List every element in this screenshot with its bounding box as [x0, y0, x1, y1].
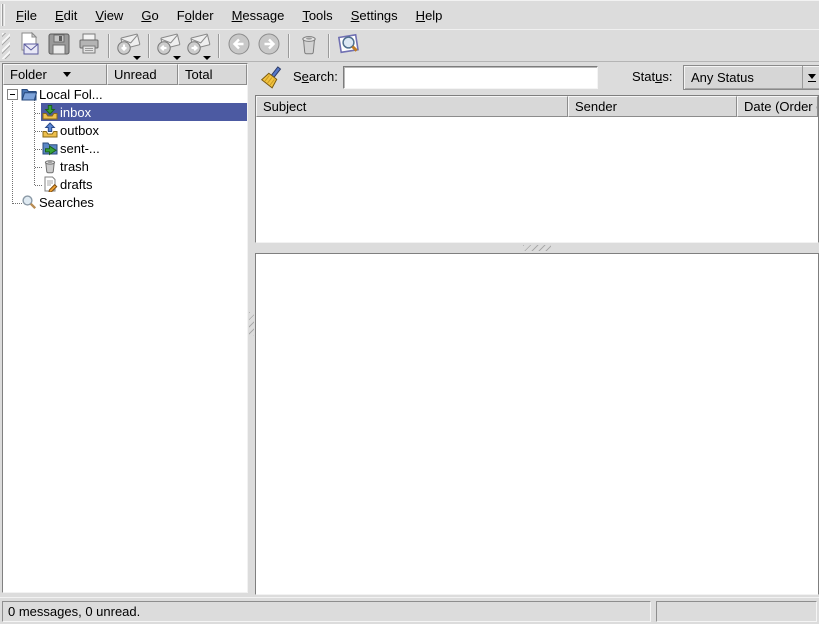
right-panel: Search: Status: Any Status Subject Sende…	[255, 62, 819, 595]
toolbar-separator	[288, 34, 290, 58]
search-input[interactable]	[343, 66, 598, 89]
previous-message-button[interactable]	[225, 32, 253, 60]
status-label: Status:	[632, 62, 672, 92]
chevron-down-icon	[808, 74, 816, 79]
clear-search-button[interactable]	[259, 65, 285, 91]
forward-button[interactable]	[185, 32, 213, 60]
toolbar-separator	[148, 34, 150, 58]
menu-message[interactable]: Message	[223, 2, 294, 29]
menu-settings[interactable]: Settings	[342, 2, 407, 29]
toolbar-separator	[108, 34, 110, 58]
menu-go[interactable]: Go	[132, 2, 167, 29]
menu-folder[interactable]: Folder	[168, 2, 223, 29]
toolbar-separator	[218, 34, 220, 58]
reply-button[interactable]	[155, 32, 183, 60]
folder-row-local-folders[interactable]: Local Fol...	[3, 85, 247, 103]
folder-label: outbox	[60, 123, 99, 138]
reply-dropdown-arrow[interactable]	[173, 56, 181, 60]
message-count-status: 0 messages, 0 unread.	[2, 601, 651, 622]
folder-row-outbox[interactable]: outbox	[3, 121, 247, 139]
total-column-header[interactable]: Total	[178, 64, 247, 85]
folder-row-drafts[interactable]: drafts	[3, 175, 247, 193]
search-label: Search:	[293, 62, 338, 92]
search-icon	[21, 194, 37, 210]
folder-row-trash[interactable]: trash	[3, 157, 247, 175]
check-mail-dropdown-arrow[interactable]	[133, 56, 141, 60]
selected-folder-highlight: inbox	[41, 103, 247, 121]
trash-icon	[42, 158, 58, 174]
new-message-button[interactable]	[15, 32, 43, 60]
splitter-grip	[523, 245, 551, 251]
main-area: Folder Unread Total	[0, 62, 819, 595]
menubar: File Edit View Go Folder Message Tools S…	[0, 0, 819, 29]
status-combobox[interactable]: Any Status	[683, 65, 819, 90]
inbox-icon	[42, 104, 58, 120]
trash-button[interactable]	[295, 32, 323, 60]
menu-tools[interactable]: Tools	[293, 2, 341, 29]
folder-label: sent-...	[60, 141, 100, 156]
check-mail-button[interactable]	[115, 32, 143, 60]
combobox-arrow-button[interactable]	[802, 66, 819, 89]
menu-file[interactable]: File	[7, 2, 46, 29]
date-column-header[interactable]: Date (Order of Arrival)	[737, 96, 818, 117]
status-bar-right-panel	[656, 601, 817, 622]
toolbar-separator	[328, 34, 330, 58]
next-arrow-icon	[256, 31, 282, 60]
message-list-body[interactable]	[256, 117, 818, 241]
find-messages-icon	[336, 31, 362, 60]
message-list-header: Subject Sender Date (Order of Arrival)	[256, 96, 818, 117]
forward-dropdown-arrow[interactable]	[203, 56, 211, 60]
print-button[interactable]	[75, 32, 103, 60]
splitter-grip	[249, 312, 254, 336]
folder-label: drafts	[60, 177, 93, 192]
sender-column-header[interactable]: Sender	[568, 96, 737, 117]
folder-row-inbox[interactable]: inbox	[3, 103, 247, 121]
folder-list-header: Folder Unread Total	[3, 64, 247, 85]
toolbar-grip[interactable]	[2, 33, 10, 59]
folder-row-sent[interactable]: sent-...	[3, 139, 247, 157]
sort-descending-icon	[63, 72, 71, 77]
vertical-splitter[interactable]	[248, 62, 255, 595]
save-icon	[46, 31, 72, 60]
menu-edit[interactable]: Edit	[46, 2, 86, 29]
search-bar: Search: Status: Any Status	[255, 62, 819, 94]
find-messages-button[interactable]	[335, 32, 363, 60]
next-message-button[interactable]	[255, 32, 283, 60]
toolbar	[0, 29, 819, 62]
previous-arrow-icon	[226, 31, 252, 60]
folder-panel: Folder Unread Total	[2, 63, 248, 593]
status-combobox-value: Any Status	[684, 70, 802, 85]
folder-column-header[interactable]: Folder	[3, 64, 107, 85]
folder-label: Searches	[39, 195, 94, 210]
new-message-icon	[16, 31, 42, 60]
folder-label: trash	[60, 159, 89, 174]
menubar-grip[interactable]	[1, 4, 5, 26]
drafts-icon	[42, 176, 58, 192]
outbox-icon	[42, 122, 58, 138]
print-icon	[76, 31, 102, 60]
save-button[interactable]	[45, 32, 73, 60]
subject-column-header[interactable]: Subject	[256, 96, 568, 117]
folder-label: inbox	[60, 105, 91, 120]
message-preview-pane	[255, 253, 819, 595]
folder-label: Local Fol...	[39, 87, 103, 102]
menu-help[interactable]: Help	[407, 2, 452, 29]
message-list: Subject Sender Date (Order of Arrival)	[255, 95, 819, 243]
folder-tree: Local Fol... inbox o	[3, 85, 247, 592]
clear-search-broom-icon	[260, 65, 284, 92]
status-bar: 0 messages, 0 unread.	[0, 597, 819, 624]
open-folder-icon	[21, 86, 37, 102]
folder-row-searches[interactable]: Searches	[3, 193, 247, 211]
menu-view[interactable]: View	[86, 2, 132, 29]
sent-folder-icon	[42, 140, 58, 156]
trash-icon	[296, 31, 322, 60]
horizontal-splitter[interactable]	[255, 243, 819, 253]
unread-column-header[interactable]: Unread	[107, 64, 178, 85]
